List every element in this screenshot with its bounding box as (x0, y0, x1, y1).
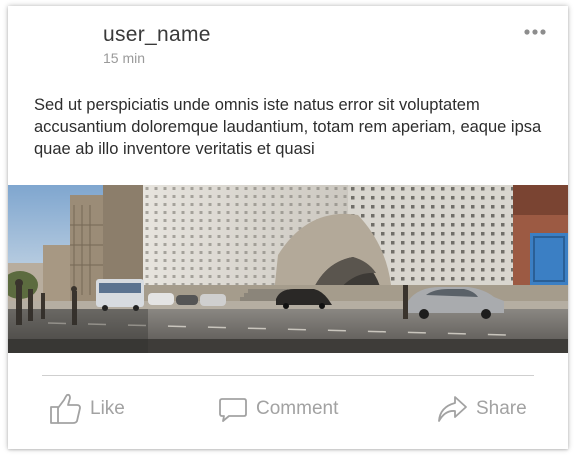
like-button[interactable]: Like (48, 392, 125, 426)
post-text: Sed ut perspiciatis unde omnis iste natu… (34, 96, 542, 158)
thumbs-up-icon (50, 393, 81, 424)
comment-button[interactable]: Comment (218, 392, 338, 426)
user-name[interactable]: user_name (103, 23, 211, 47)
more-options-button[interactable] (523, 25, 547, 37)
comment-bubble-icon (219, 398, 247, 422)
actions-divider (42, 375, 534, 376)
post-image[interactable] (8, 185, 568, 353)
share-arrow-icon (438, 396, 467, 422)
comment-label: Comment (256, 398, 339, 419)
more-horizontal-icon (524, 29, 546, 35)
share-label: Share (476, 398, 527, 419)
post-card: user_name 15 min Sed ut perspiciatis und… (8, 6, 568, 449)
post-timestamp: 15 min (103, 50, 146, 66)
share-button[interactable]: Share (436, 392, 527, 426)
like-label: Like (90, 398, 125, 419)
